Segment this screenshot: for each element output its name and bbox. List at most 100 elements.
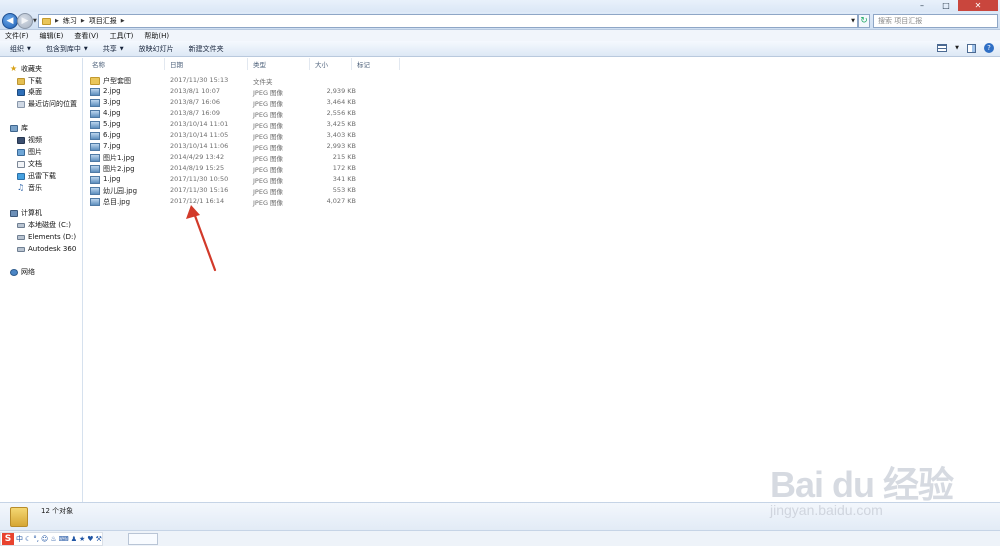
minimize-button[interactable]: –: [910, 0, 934, 11]
hard-drive-icon: [17, 222, 25, 228]
search-input[interactable]: 搜索 项目汇报: [873, 14, 998, 28]
refresh-button[interactable]: ↻: [858, 14, 870, 28]
column-divider[interactable]: [247, 58, 248, 70]
maximize-button[interactable]: □: [934, 0, 958, 11]
table-row[interactable]: 图片2.jpg 2014/8/19 15:25 JPEG 图像 172 KB: [90, 163, 400, 174]
recent-pages-dropdown-icon[interactable]: ▼: [33, 18, 37, 24]
file-date: 2013/10/14 11:05: [170, 131, 229, 139]
table-row[interactable]: 1.jpg 2017/11/30 10:50 JPEG 图像 341 KB: [90, 174, 400, 185]
forward-button[interactable]: ▶: [17, 13, 33, 29]
file-name: 6.jpg: [103, 131, 121, 139]
table-row[interactable]: 总目.jpg 2017/12/1 16:14 JPEG 图像 4,027 KB: [90, 196, 400, 207]
view-options-dropdown-icon[interactable]: ▼: [955, 45, 959, 51]
sidebar-item-elements[interactable]: Elements (D:): [17, 232, 76, 242]
sidebar-item-local-disk[interactable]: 本地磁盘 (C:): [17, 220, 71, 230]
column-divider[interactable]: [309, 58, 310, 70]
column-header-size[interactable]: 大小: [315, 59, 328, 69]
table-row[interactable]: 户型套图 2017/11/30 15:13 文件夹: [90, 75, 400, 86]
sidebar-item-documents[interactable]: 文档: [17, 159, 42, 169]
sidebar-item-desktop[interactable]: 桌面: [17, 87, 42, 97]
table-row[interactable]: 2.jpg 2013/8/1 10:07 JPEG 图像 2,939 KB: [90, 86, 400, 97]
slideshow-button[interactable]: 放映幻灯片: [139, 44, 174, 54]
watermark-brand: Bai du 经验: [770, 464, 954, 505]
window-controls: – □ ✕: [910, 0, 998, 12]
table-row[interactable]: 图片1.jpg 2014/4/29 13:42 JPEG 图像 215 KB: [90, 152, 400, 163]
help-icon[interactable]: ?: [984, 43, 994, 53]
column-header-name[interactable]: 名称: [92, 59, 105, 69]
keyboard-icon[interactable]: ⌨: [59, 535, 69, 543]
file-size: 553 KB: [332, 186, 356, 194]
address-input[interactable]: ▶ 练习 ▶ 项目汇报 ▶: [38, 14, 858, 28]
table-row[interactable]: 4.jpg 2013/8/7 16:09 JPEG 图像 2,556 KB: [90, 108, 400, 119]
wrench-icon[interactable]: ⚒: [96, 535, 102, 543]
sidebar-item-recent[interactable]: 最近访问的位置: [17, 99, 77, 109]
folder-icon: [10, 507, 28, 527]
image-file-icon: [90, 132, 100, 140]
emoji-icon[interactable]: ☺: [41, 535, 48, 543]
sidebar-item-label: 库: [21, 124, 28, 132]
chevron-down-icon: ▼: [119, 45, 124, 52]
breadcrumb-item[interactable]: 项目汇报: [89, 16, 117, 26]
sidebar-item-libraries[interactable]: 库: [10, 123, 28, 133]
menu-view[interactable]: 查看(V): [74, 31, 98, 41]
share-button[interactable]: 共享 ▼: [103, 44, 124, 54]
file-name: 图片1.jpg: [103, 154, 135, 162]
sidebar-item-autodesk[interactable]: Autodesk 360: [17, 244, 76, 254]
sidebar-item-videos[interactable]: 视频: [17, 135, 42, 145]
new-folder-button[interactable]: 新建文件夹: [189, 44, 224, 54]
user-icon[interactable]: ♟: [71, 535, 77, 543]
address-dropdown-icon[interactable]: ▼: [848, 14, 858, 28]
moon-icon[interactable]: ☾: [25, 535, 31, 543]
organize-button[interactable]: 组织 ▼: [10, 44, 31, 54]
include-in-library-button[interactable]: 包含到库中 ▼: [46, 44, 88, 54]
menu-help[interactable]: 帮助(H): [144, 31, 169, 41]
sidebar-item-favorites[interactable]: ★ 收藏夹: [10, 64, 42, 74]
sidebar-item-label: Elements (D:): [28, 233, 77, 241]
sogou-logo-icon[interactable]: S: [2, 533, 14, 545]
skin-icon[interactable]: ★: [79, 535, 85, 543]
table-row[interactable]: 7.jpg 2013/10/14 11:06 JPEG 图像 2,993 KB: [90, 141, 400, 152]
breadcrumb-arrow-icon[interactable]: ▶: [81, 18, 85, 24]
column-header-tags[interactable]: 标记: [357, 59, 370, 69]
preview-pane-icon[interactable]: [967, 43, 976, 53]
item-count: 12 个对象: [41, 507, 74, 515]
shirt-icon[interactable]: ♥: [87, 535, 93, 543]
menu-bar: 文件(F) 编辑(E) 查看(V) 工具(T) 帮助(H): [0, 30, 1000, 41]
baidu-jingyan-watermark: Bai du 经验 jingyan.baidu.com: [770, 456, 970, 528]
breadcrumb-arrow-icon[interactable]: ▶: [121, 18, 125, 24]
sidebar-item-computer[interactable]: 计算机: [10, 208, 42, 218]
column-header-type[interactable]: 类型: [253, 59, 266, 69]
navigation-pane: ★ 收藏夹 下载 桌面 最近访问的位置 库 视频 图片 文档 迅雷下载 ♫ 音乐…: [0, 58, 83, 502]
sidebar-item-label: 迅雷下载: [28, 172, 56, 180]
table-row[interactable]: 幼儿园.jpg 2017/11/30 15:16 JPEG 图像 553 KB: [90, 185, 400, 196]
desktop-icon: [17, 88, 25, 96]
sidebar-item-downloads[interactable]: 下载: [17, 76, 42, 86]
file-type: JPEG 图像: [253, 155, 284, 163]
back-button[interactable]: ◀: [2, 13, 18, 29]
include-label: 包含到库中: [45, 44, 81, 53]
table-row[interactable]: 3.jpg 2013/8/7 16:06 JPEG 图像 3,464 KB: [90, 97, 400, 108]
microphone-icon[interactable]: ♨: [50, 535, 56, 543]
taskbar-window-button[interactable]: [128, 533, 158, 545]
file-name: 3.jpg: [103, 98, 121, 106]
column-divider[interactable]: [399, 58, 400, 70]
table-row[interactable]: 6.jpg 2013/10/14 11:05 JPEG 图像 3,403 KB: [90, 130, 400, 141]
column-divider[interactable]: [164, 58, 165, 70]
ime-mode-indicator[interactable]: 中: [16, 534, 23, 544]
sidebar-item-pictures[interactable]: 图片: [17, 147, 42, 157]
column-divider[interactable]: [351, 58, 352, 70]
breadcrumb-item[interactable]: 练习: [63, 16, 77, 26]
sidebar-item-xunlei[interactable]: 迅雷下载: [17, 171, 56, 181]
table-row[interactable]: 5.jpg 2013/10/14 11:01 JPEG 图像 3,425 KB: [90, 119, 400, 130]
close-button[interactable]: ✕: [958, 0, 998, 11]
sidebar-item-music[interactable]: ♫ 音乐: [17, 183, 42, 193]
menu-file[interactable]: 文件(F): [5, 31, 29, 41]
change-view-icon[interactable]: [937, 44, 948, 52]
punctuation-icon[interactable]: °,: [33, 535, 39, 543]
column-header-date[interactable]: 日期: [170, 59, 183, 69]
sidebar-item-network[interactable]: 网络: [10, 267, 35, 277]
breadcrumb-arrow-icon[interactable]: ▶: [55, 18, 59, 24]
menu-edit[interactable]: 编辑(E): [40, 31, 64, 41]
menu-tools[interactable]: 工具(T): [110, 31, 134, 41]
sidebar-item-label: 收藏夹: [21, 65, 42, 73]
